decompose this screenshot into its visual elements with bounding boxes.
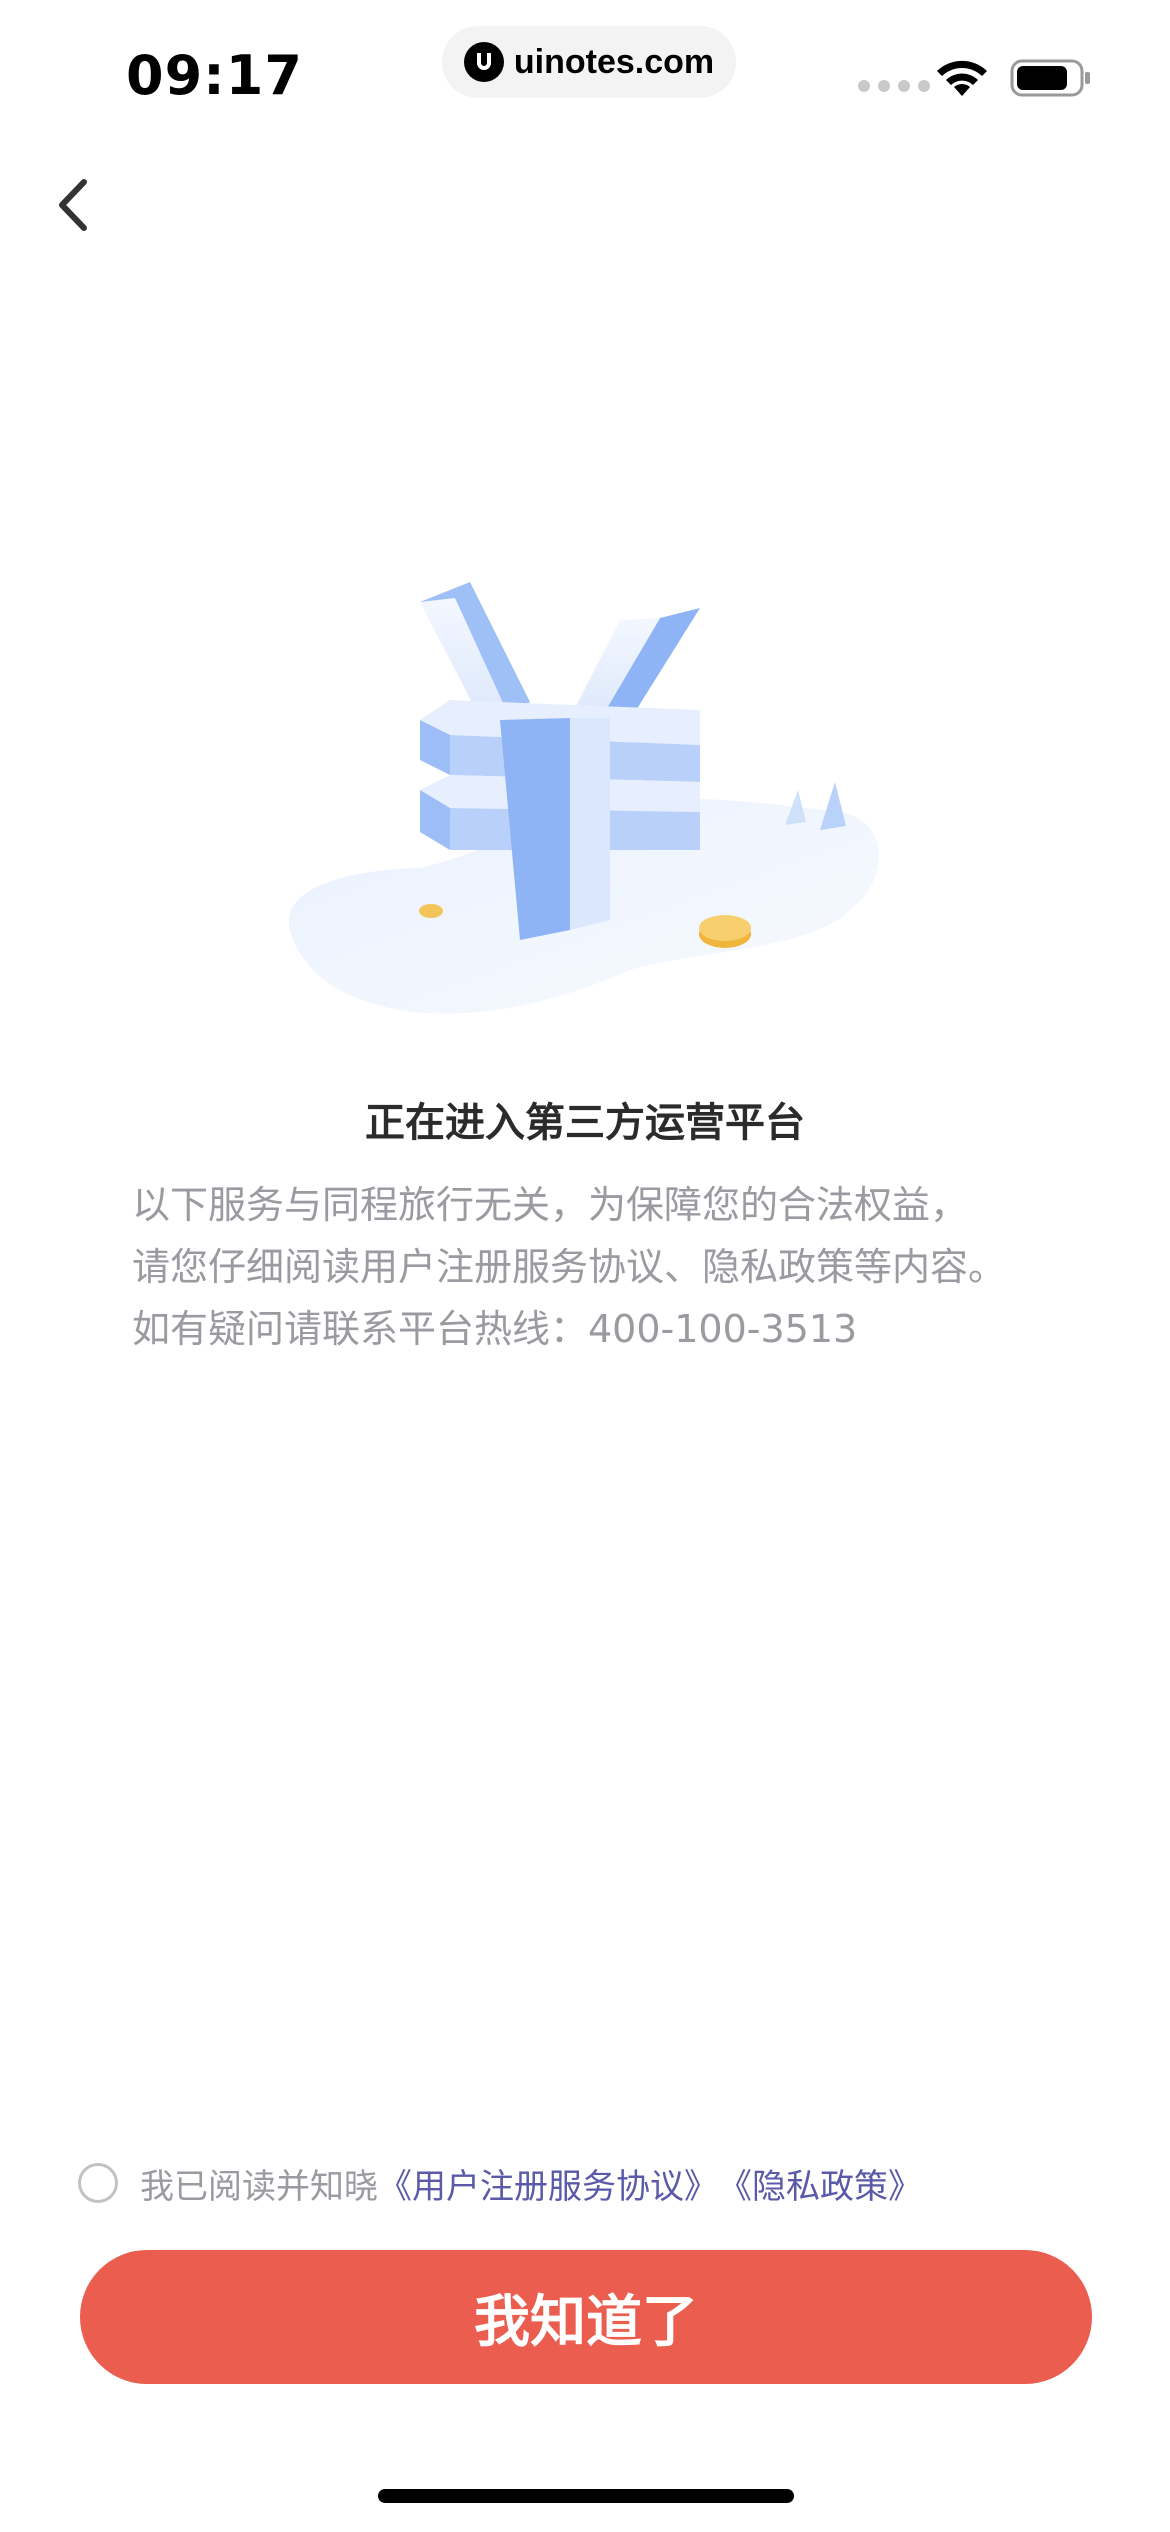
register-agreement-link[interactable]: 《用户注册服务协议》 (378, 2159, 718, 2208)
page-title: 正在进入第三方运营平台 (365, 1100, 805, 1146)
battery-icon (1010, 59, 1090, 97)
privacy-policy-link[interactable]: 《隐私政策》 (718, 2159, 922, 2208)
description-line: 以下服务与同程旅行无关，为保障您的合法权益， (132, 1183, 969, 1227)
description: 以下服务与同程旅行无关，为保障您的合法权益， 请您仔细阅读用户注册服务协议、隐私… (132, 1174, 1072, 1360)
home-indicator[interactable] (378, 2489, 794, 2503)
wifi-icon (937, 60, 987, 96)
agreement-prefix: 我已阅读并知晓 (140, 2166, 378, 2207)
description-line: 如有疑问请联系平台热线：400-100-3513 (132, 1307, 858, 1351)
back-button[interactable] (44, 170, 104, 240)
agreement-row: 我已阅读并知晓 《用户注册服务协议》 《隐私政策》 (78, 2158, 922, 2208)
agreement-checkbox[interactable] (78, 2163, 118, 2203)
site-logo-icon (463, 42, 504, 82)
confirm-button[interactable]: 我知道了 (80, 2250, 1092, 2384)
cellular-signal-icon (858, 80, 930, 92)
url-text: uinotes.com (513, 42, 715, 81)
url-pill[interactable]: uinotes.com (442, 26, 736, 98)
yen-illustration (288, 582, 879, 1014)
description-line: 请您仔细阅读用户注册服务协议、隐私政策等内容。 (132, 1245, 1007, 1289)
status-time: 09:17 (126, 44, 303, 107)
